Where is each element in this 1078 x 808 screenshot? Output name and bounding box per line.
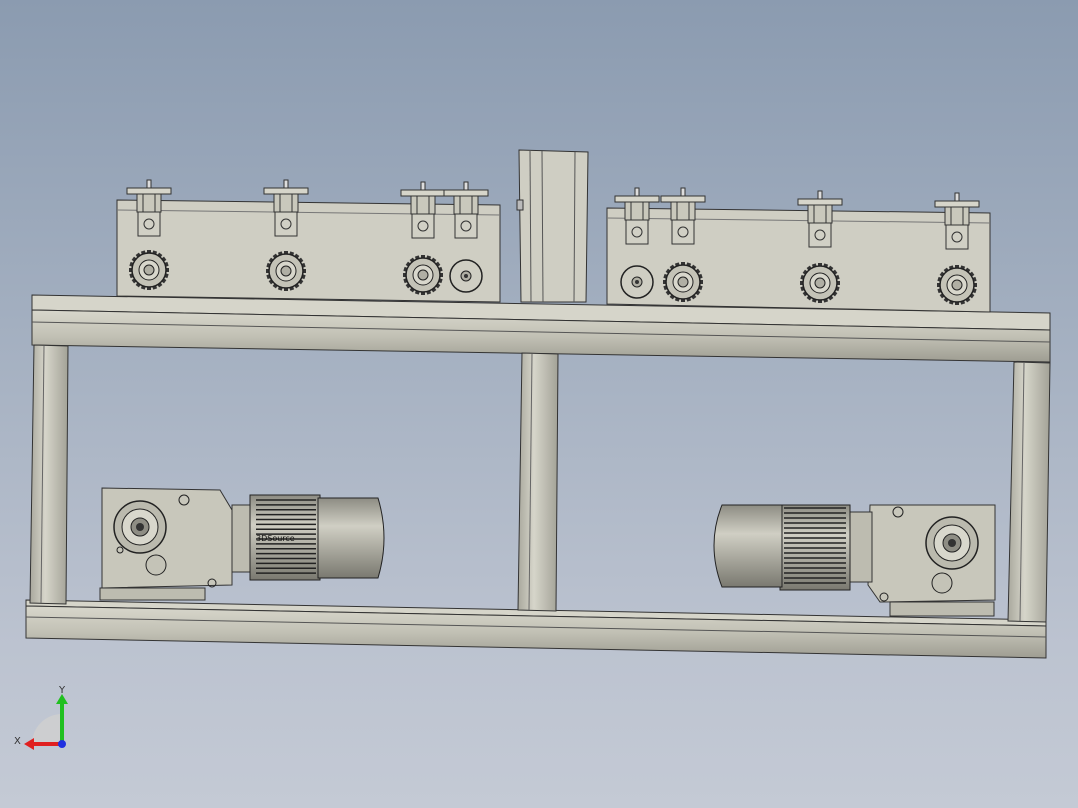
bearing-block: [945, 224, 969, 250]
adjuster-slot: [273, 193, 299, 213]
adjust-screw: [283, 179, 289, 189]
adjuster-slot: [453, 195, 479, 215]
right-motor[interactable]: [713, 504, 873, 591]
adjuster-plate: [797, 198, 843, 206]
motor-brand-label: 3DSource: [256, 534, 295, 543]
left-gearbox[interactable]: [99, 487, 233, 601]
left-post[interactable]: [29, 344, 69, 605]
y-axis-label: Y: [58, 685, 66, 696]
adjust-screw: [680, 187, 686, 197]
adjust-screw: [954, 192, 960, 202]
left-motor[interactable]: 3DSource: [231, 494, 385, 581]
adjust-screw: [634, 187, 640, 197]
adjuster-plate: [443, 189, 489, 197]
adjuster-slot: [136, 193, 162, 213]
bearing-block: [411, 213, 435, 239]
right-post[interactable]: [1007, 361, 1051, 623]
z-axis-dot: [58, 740, 66, 748]
adjuster-plate: [934, 200, 980, 208]
right-gearbox[interactable]: [867, 504, 996, 617]
adjuster-slot: [944, 206, 970, 226]
adjuster-plate: [126, 187, 172, 195]
bearing-block: [454, 213, 478, 239]
center-post[interactable]: [517, 352, 559, 612]
adjuster-plate: [614, 195, 660, 203]
model-view[interactable]: 3DSource: [0, 0, 1078, 808]
adjuster-slot: [670, 201, 696, 221]
x-axis-label: X: [14, 736, 21, 747]
bearing-block: [671, 219, 695, 245]
bearing-block: [137, 211, 161, 237]
right-roller-housing[interactable]: [606, 207, 991, 313]
roller-hub: [620, 265, 654, 299]
bearing-block: [625, 219, 649, 245]
triad-plane-icon: [32, 714, 62, 744]
adjuster-slot: [807, 204, 833, 224]
coordinate-triad: Y X: [14, 685, 68, 750]
bearing-block: [808, 222, 832, 248]
adjust-screw: [817, 190, 823, 200]
adjuster-plate: [263, 187, 309, 195]
adjust-screw: [420, 181, 426, 191]
adjuster-plate: [400, 189, 446, 197]
graphics-viewport[interactable]: 3DSource Y X: [0, 0, 1078, 808]
adjuster-plate: [660, 195, 706, 203]
adjust-screw: [146, 179, 152, 189]
roller-hub: [449, 259, 483, 293]
bearing-block: [274, 211, 298, 237]
center-guide-column[interactable]: [516, 149, 589, 303]
adjuster-slot: [624, 201, 650, 221]
adjust-screw: [463, 181, 469, 191]
left-roller-housing[interactable]: [116, 199, 501, 303]
adjuster-slot: [410, 195, 436, 215]
